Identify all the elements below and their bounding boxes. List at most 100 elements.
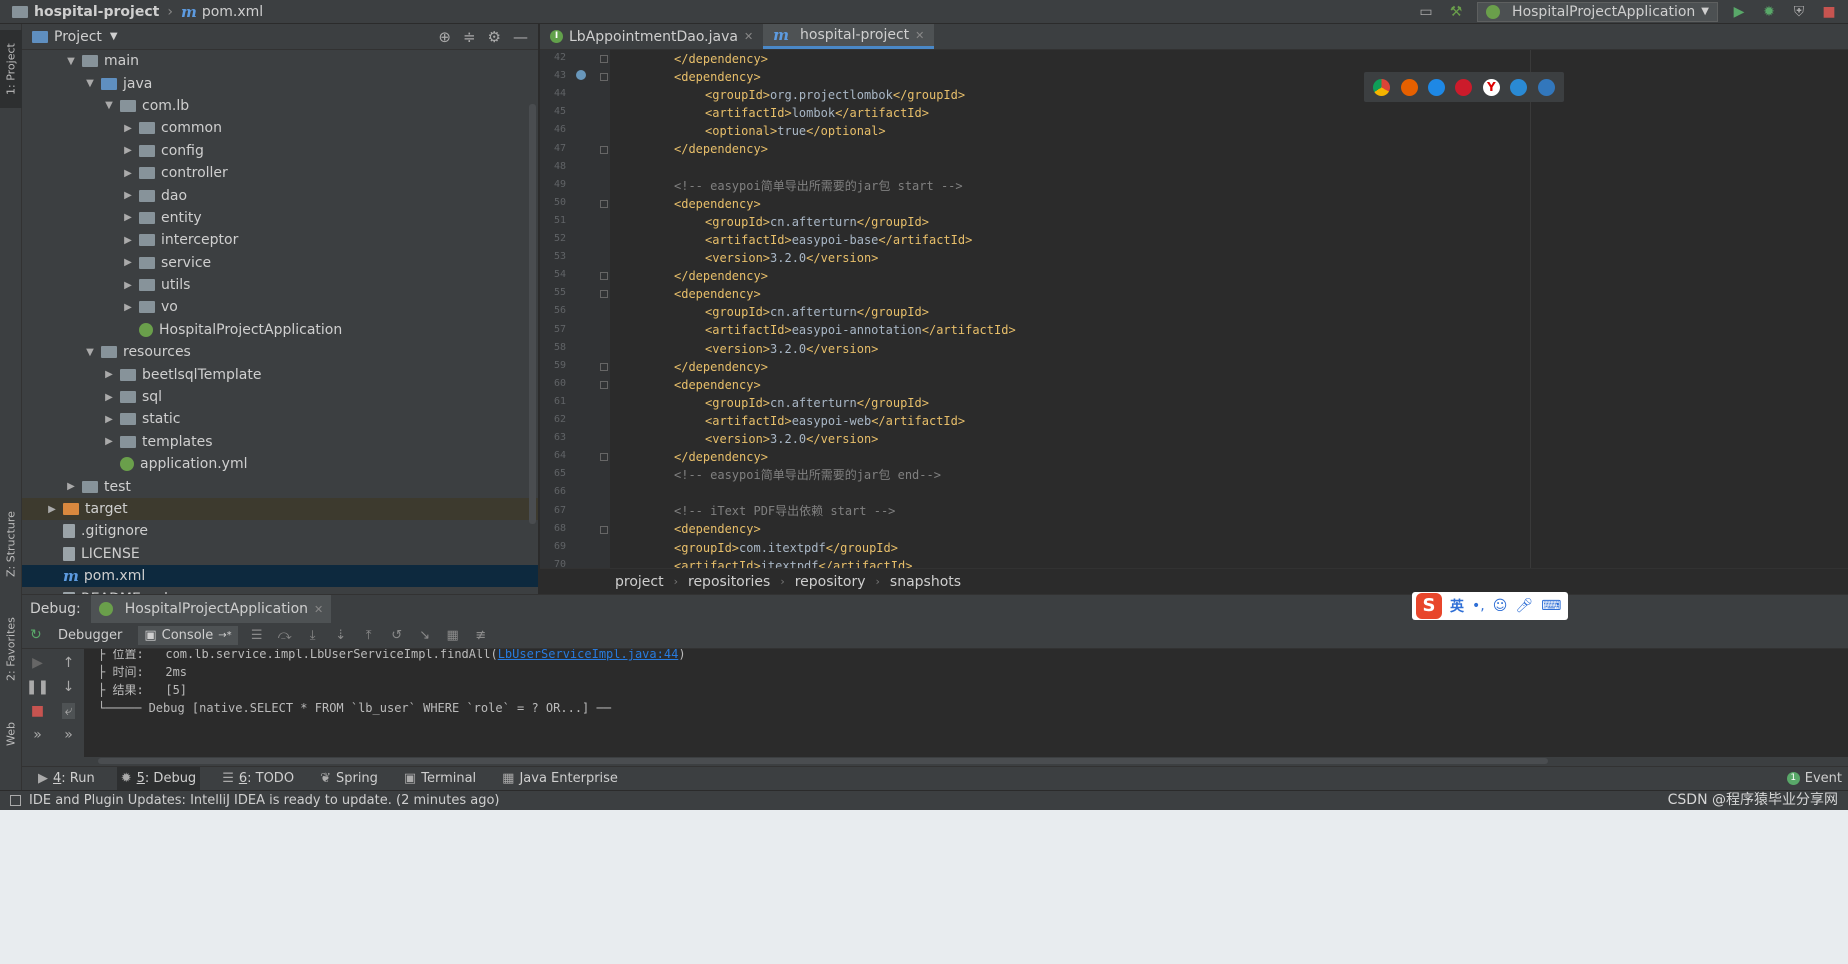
tool-tab[interactable]: ✹ 5: Debug [116, 766, 201, 791]
tree-node[interactable]: README.md [22, 587, 538, 594]
expand-arrow-right-icon[interactable]: ▶ [121, 168, 135, 179]
expand-arrow-down-icon[interactable]: ▼ [64, 56, 78, 67]
force-step-into-icon[interactable]: ⇣ [332, 628, 350, 643]
breadcrumb-item[interactable]: repositories [688, 574, 770, 590]
tree-node[interactable]: ▶ test [22, 475, 538, 497]
expand-arrow-right-icon[interactable]: ▶ [121, 145, 135, 156]
chrome-icon[interactable] [1373, 78, 1391, 96]
console-horizontal-scrollbar[interactable] [98, 758, 1548, 764]
tree-node[interactable]: ▶ service [22, 252, 538, 274]
firefox-icon[interactable] [1400, 78, 1418, 96]
expand-arrow-right-icon[interactable]: ▶ [102, 414, 116, 425]
rerun-icon[interactable]: ↻ [30, 627, 42, 643]
tool-tab[interactable]: ❦ Spring [316, 767, 382, 791]
tree-node[interactable]: ▶ controller [22, 162, 538, 184]
fold-marker-icon[interactable] [600, 525, 608, 534]
tool-tab-structure[interactable]: Z: Structure [0, 504, 22, 584]
event-log-button[interactable]: 1 Event [1786, 771, 1848, 786]
build-hammer-icon[interactable]: ⚒ [1447, 3, 1465, 21]
fold-marker-icon[interactable] [600, 55, 608, 63]
tree-node[interactable]: ▶ beetlsqlTemplate [22, 363, 538, 385]
tool-tab-favorites[interactable]: 2: Favorites [0, 610, 22, 688]
coverage-icon[interactable]: ⛨ [1790, 3, 1808, 21]
run-configuration-select[interactable]: HospitalProjectApplication ▼ [1477, 1, 1718, 22]
fold-marker-icon[interactable] [600, 453, 608, 462]
fold-marker-icon[interactable] [600, 362, 608, 371]
editor-tab[interactable]: I LbAppointmentDao.java ✕ [540, 24, 763, 49]
project-view-select[interactable]: Project [54, 29, 102, 45]
expand-arrow-right-icon[interactable]: ▶ [102, 369, 116, 380]
fold-marker-icon[interactable] [600, 145, 608, 154]
tool-tab-web[interactable]: Web [0, 714, 22, 754]
expand-arrow-right-icon[interactable]: ▶ [45, 504, 59, 515]
project-scrollbar[interactable] [529, 104, 536, 524]
soft-wrap-icon[interactable]: ⤶ [61, 703, 76, 719]
more-icon[interactable]: » [33, 727, 42, 743]
ie-icon[interactable] [1510, 78, 1528, 96]
source-link[interactable]: LbUserServiceImpl.java:44 [498, 649, 679, 661]
stop-icon[interactable]: ■ [1820, 3, 1838, 21]
tree-node[interactable]: ▶ sql [22, 386, 538, 408]
resume-icon[interactable]: ▶ [32, 655, 43, 671]
tree-node[interactable]: .gitignore [22, 520, 538, 542]
breadcrumb-item[interactable]: repository [795, 574, 866, 590]
tree-node[interactable]: ▶ utils [22, 274, 538, 296]
fold-marker-icon[interactable] [600, 73, 608, 82]
breadcrumb-item[interactable]: snapshots [890, 574, 961, 590]
tree-node[interactable]: HospitalProjectApplication [22, 319, 538, 341]
status-message[interactable]: IDE and Plugin Updates: IntelliJ IDEA is… [29, 793, 499, 808]
tree-node[interactable]: ▼ main [22, 50, 538, 72]
expand-arrow-down-icon[interactable]: ▼ [83, 78, 97, 89]
keyboard-icon[interactable]: ⌨ [1541, 598, 1561, 614]
nav-file-name[interactable]: pom.xml [202, 4, 263, 20]
ime-punctuation[interactable]: •, [1472, 598, 1485, 614]
status-toggle-icon[interactable] [10, 795, 21, 806]
fold-marker-icon[interactable] [600, 380, 608, 389]
trace-icon[interactable]: ≢ [472, 628, 490, 643]
expand-arrow-right-icon[interactable]: ▶ [121, 257, 135, 268]
tree-node[interactable]: ▶ dao [22, 184, 538, 206]
safari-icon[interactable] [1428, 78, 1446, 96]
opera-icon[interactable] [1455, 78, 1473, 96]
tree-node[interactable]: application.yml [22, 453, 538, 475]
run-to-cursor-icon[interactable]: ↘ [416, 628, 434, 643]
expand-arrow-right-icon[interactable]: ▶ [121, 123, 135, 134]
tab-debugger[interactable]: Debugger [52, 626, 128, 645]
debug-bug-icon[interactable]: ✹ [1760, 3, 1778, 21]
frames-icon[interactable]: ☰ [248, 628, 266, 643]
tree-node[interactable]: ▶ entity [22, 207, 538, 229]
tree-node[interactable]: ▶ static [22, 408, 538, 430]
yandex-icon[interactable]: Y [1482, 78, 1500, 96]
tree-node[interactable]: LICENSE [22, 543, 538, 565]
tool-tab-project[interactable]: 1: Project [0, 30, 22, 108]
expand-arrow-right-icon[interactable]: ▶ [121, 280, 135, 291]
breadcrumb-item[interactable]: project [615, 574, 664, 590]
gutter-override-icon[interactable] [576, 70, 586, 81]
evaluate-icon[interactable]: ▦ [444, 628, 462, 643]
expand-arrow-right-icon[interactable]: ▶ [102, 436, 116, 447]
more-icon[interactable]: » [64, 727, 73, 743]
expand-arrow-right-icon[interactable]: ▶ [102, 392, 116, 403]
pause-icon[interactable]: ❚❚ [26, 679, 49, 695]
fold-marker-icon[interactable] [600, 272, 608, 281]
tool-tab[interactable]: ☰ 6: TODO [218, 767, 298, 791]
close-icon[interactable]: ✕ [314, 603, 323, 616]
drop-frame-icon[interactable]: ↺ [388, 628, 406, 643]
tool-tab[interactable]: ▣ Terminal [400, 767, 480, 791]
tree-node[interactable]: ▼ com.lb [22, 95, 538, 117]
window-icon[interactable]: ▭ [1417, 3, 1435, 21]
tree-node[interactable]: ▶ target [22, 497, 538, 521]
fold-marker-icon[interactable] [600, 199, 608, 208]
tool-tab[interactable]: ▦ Java Enterprise [498, 767, 622, 791]
expand-arrow-down-icon[interactable]: ▼ [83, 347, 97, 358]
tree-node[interactable]: ▶ config [22, 140, 538, 162]
locate-icon[interactable]: ⊕ [438, 28, 451, 46]
stop-icon[interactable]: ■ [31, 703, 44, 719]
expand-arrow-right-icon[interactable]: ▶ [121, 302, 135, 313]
tree-node[interactable]: ▶ vo [22, 296, 538, 318]
edge-icon[interactable] [1537, 78, 1555, 96]
chevron-down-icon[interactable]: ▼ [110, 31, 118, 42]
close-tab-icon[interactable]: ✕ [744, 30, 753, 43]
collapse-all-icon[interactable]: ≑ [463, 28, 476, 46]
run-icon[interactable]: ▶ [1730, 3, 1748, 21]
